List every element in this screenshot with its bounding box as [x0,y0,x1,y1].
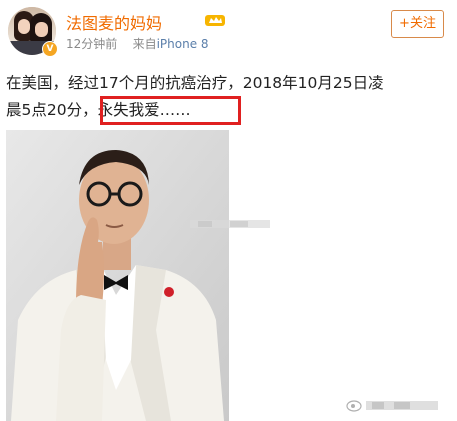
follow-button[interactable]: +关注 [391,10,444,38]
vip-crown-icon [205,15,225,26]
weibo-post: V 法图麦的妈妈 12分钟前 来自iPhone 8 +关注 在美国，经过17个月… [0,0,457,421]
post-image[interactable] [6,130,229,421]
weibo-watermark-icon [346,400,438,412]
red-highlight-box [100,96,241,125]
verified-v-icon: V [42,41,58,57]
source-device[interactable]: iPhone 8 [157,37,209,51]
post-time: 12分钟前 [66,37,118,51]
post-text-line-2-prefix: 晨5点20分， [6,101,98,119]
author-name[interactable]: 法图麦的妈妈 [66,10,162,34]
blur-artifact [190,220,270,228]
post-meta: 12分钟前 来自iPhone 8 [66,35,209,52]
portrait-photo-icon [6,130,229,421]
source-prefix: 来自 [132,37,157,51]
post-text-line-1: 在美国，经过17个月的抗癌治疗，2018年10月25日凌 [6,74,384,92]
